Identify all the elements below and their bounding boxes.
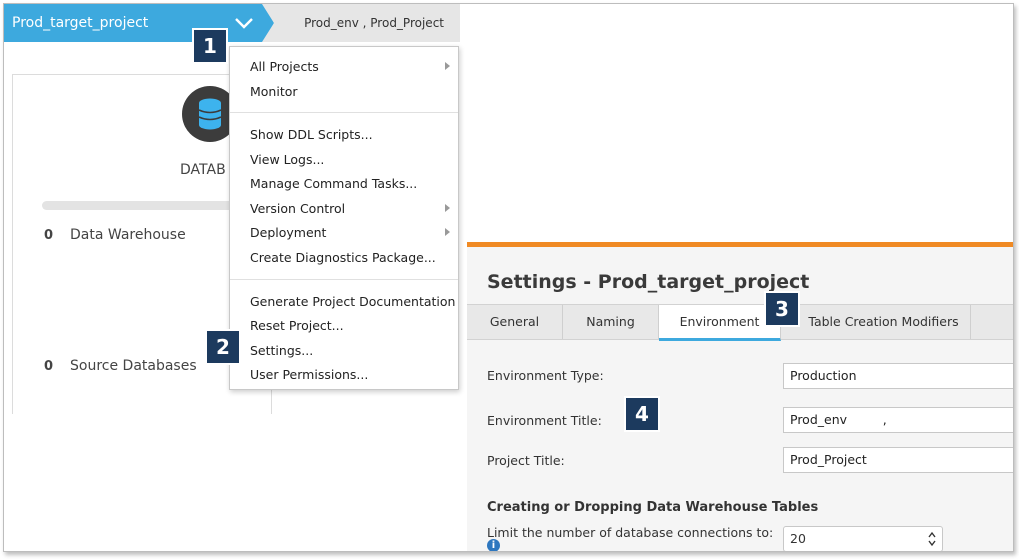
progress-bar [42,201,242,210]
menu-item-all-projects[interactable]: All Projects [250,59,319,74]
menu-item-reset-project[interactable]: Reset Project... [250,318,344,333]
menu-item-create-diagnostics-package[interactable]: Create Diagnostics Package... [250,250,436,265]
menu-item-version-control[interactable]: Version Control [250,201,345,216]
menu-item-view-logs[interactable]: View Logs... [250,152,324,167]
database-label: DATAB [180,162,226,178]
menu-item-user-permissions[interactable]: User Permissions... [250,367,368,382]
project-dropdown-menu: All Projects Monitor Show DDL Scripts...… [229,46,459,390]
callout-badge-3: 3 [764,291,800,327]
environment-title-label: Environment Title: [487,413,602,428]
stat-count: 0 [44,359,54,374]
settings-tabs: General Naming Environment Table Creatio… [467,304,1013,341]
chevron-down-icon [235,18,253,29]
menu-item-manage-command-tasks[interactable]: Manage Command Tasks... [250,176,417,191]
section-heading: Creating or Dropping Data Warehouse Tabl… [487,500,819,515]
project-title-field[interactable]: Prod_Project [783,447,1013,473]
menu-item-generate-project-documentation[interactable]: Generate Project Documentation [250,294,455,309]
settings-dialog: Settings - Prod_target_project General N… [467,242,1013,551]
project-title-label: Project Title: [487,453,565,468]
submenu-arrow-icon [445,228,450,236]
environment-title-field[interactable]: Prod_env , [783,407,1013,433]
tab-naming[interactable]: Naming [563,305,659,339]
info-icon[interactable]: i [487,539,500,551]
callout-badge-2: 2 [205,329,241,365]
source-databases-stat[interactable]: 0 Source Databases [44,358,197,374]
project-name-bar[interactable]: Prod_target_project [4,4,224,42]
connections-limit-label: Limit the number of database connections… [487,525,774,540]
app-window: Prod_target_project Prod_env , Prod_Proj… [3,3,1014,552]
connections-limit-value: 20 [790,531,806,546]
environment-type-field[interactable]: Production [783,363,1013,389]
submenu-arrow-icon [445,204,450,212]
menu-item-show-ddl-scripts[interactable]: Show DDL Scripts... [250,127,373,142]
data-warehouse-stat[interactable]: 0 Data Warehouse [44,227,186,243]
tab-table-creation-modifiers[interactable]: Table Creation Modifiers [781,305,971,339]
callout-badge-4: 4 [624,396,660,432]
settings-title: Settings - Prod_target_project [487,271,810,293]
tab-general[interactable]: General [467,305,563,339]
stat-label: Source Databases [70,358,197,374]
environment-breadcrumb: Prod_env , Prod_Project [262,4,460,42]
stat-count: 0 [44,228,54,243]
menu-divider [230,279,458,280]
menu-item-monitor[interactable]: Monitor [250,84,298,99]
environment-type-label: Environment Type: [487,368,604,383]
tab-environment[interactable]: Environment [659,305,781,341]
menu-divider [230,112,458,113]
menu-item-deployment[interactable]: Deployment [250,225,326,240]
stepper-arrows-icon[interactable] [928,531,936,547]
submenu-arrow-icon [445,62,450,70]
menu-item-settings[interactable]: Settings... [250,343,313,358]
stat-label: Data Warehouse [70,227,186,243]
connections-limit-stepper[interactable]: 20 [783,526,943,551]
callout-badge-1: 1 [192,28,228,64]
